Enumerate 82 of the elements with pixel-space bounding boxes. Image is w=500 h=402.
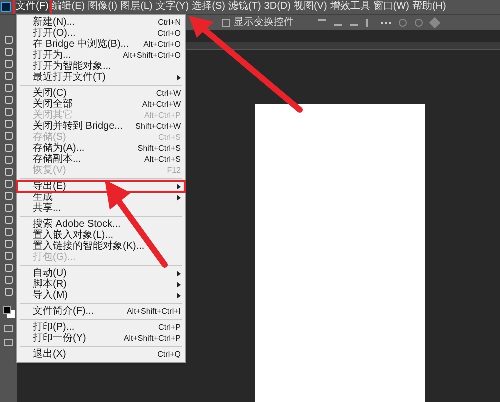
shortcut-label: Alt+Shift+Ctrl+P	[124, 334, 181, 342]
shortcut-label: Shift+Ctrl+S	[138, 144, 181, 152]
shortcut-label: Ctrl+N	[158, 18, 181, 26]
menu-item[interactable]: 3D(D)	[264, 1, 291, 13]
option-label: 关闭其它	[33, 110, 74, 120]
shortcut-label: Alt+Ctrl+P	[144, 112, 181, 120]
menu-option[interactable]: 打开(O)... Ctrl+O	[17, 28, 185, 39]
color-swatch-icon[interactable]	[2, 306, 14, 318]
shortcut-label: Alt+Shift+Ctrl+I	[126, 308, 181, 316]
menu-option[interactable]: 关闭并转到 Bridge... Shift+Ctrl+W	[17, 121, 185, 132]
checkbox[interactable]	[222, 18, 230, 26]
screen-mode-icon[interactable]	[4, 339, 13, 346]
shortcut-label: F12	[167, 166, 181, 174]
option-label: 置入链接的智能对象(K)...	[33, 242, 146, 252]
option-label: 关闭全部	[33, 100, 74, 110]
menu-option[interactable]: 存储为(A)... Shift+Ctrl+S	[17, 143, 185, 154]
menu-option[interactable]: 存储副本... Alt+Ctrl+S	[17, 154, 185, 165]
menu-option[interactable]: 脚本(R)	[17, 279, 185, 290]
menu-option[interactable]: 退出(X) Ctrl+Q	[17, 349, 185, 360]
menu-item[interactable]: 帮助(H)	[412, 1, 446, 13]
shortcut-label: Alt+Ctrl+O	[144, 40, 181, 48]
option-label: 打开为...	[33, 50, 72, 60]
option-label: 显示变换控件	[234, 18, 294, 28]
menu-option[interactable]: 关闭(C) Ctrl+W	[17, 88, 185, 99]
option-label: 关闭(C)	[33, 88, 68, 98]
option-label: 退出(X)	[33, 350, 68, 360]
menu-option[interactable]: 关闭全部 Alt+Ctrl+W	[17, 99, 185, 110]
menu-item[interactable]: 图像(I)	[88, 1, 118, 13]
menu-option[interactable]: 最近打开文件(T)	[17, 72, 185, 83]
menu-item[interactable]: 图层(L)	[120, 1, 153, 13]
option-label: 打开(O)...	[33, 28, 77, 38]
menu-option[interactable]: 在 Bridge 中浏览(B)... Alt+Ctrl+O	[17, 39, 185, 50]
menu-item[interactable]: 选择(S)	[192, 1, 226, 13]
shortcut-label: Ctrl+P	[158, 324, 181, 332]
menu-option[interactable]: 新建(N)... Ctrl+N	[17, 17, 185, 28]
shortcut-label: Shift+Ctrl+W	[136, 122, 181, 130]
menu-option[interactable]: 导入(M)	[17, 290, 185, 301]
shortcut-label: Ctrl+W	[156, 90, 181, 98]
app-logo-icon	[1, 2, 11, 12]
shortcut-label: Alt+Ctrl+W	[142, 100, 181, 108]
menu-item[interactable]: 滤镜(T)	[228, 1, 262, 13]
option-label: 存储副本...	[33, 154, 82, 164]
option-label: 最近打开文件(T)	[33, 72, 107, 82]
shortcut-label: Alt+Shift+Ctrl+O	[122, 52, 181, 60]
shortcut-label: Ctrl+O	[158, 30, 181, 38]
menu-option[interactable]: 置入嵌入对象(L)...	[17, 230, 185, 241]
option-label: 脚本(R)	[33, 280, 68, 290]
menu-item[interactable]: 增效工具	[330, 1, 370, 13]
shortcut-label: Alt+Ctrl+S	[144, 156, 181, 164]
shortcut-label: Ctrl+Q	[158, 350, 181, 358]
option-label: 导入(M)	[33, 290, 69, 300]
option-label: 共享...	[33, 204, 62, 214]
menu-option[interactable]: 打印(P)... Ctrl+P	[17, 322, 185, 333]
option-label: 打印一份(Y)	[33, 334, 88, 344]
menu-option[interactable]: 共享...	[17, 203, 185, 214]
option-label: 恢复(V)	[33, 166, 66, 176]
option-label: 打印(P)...	[33, 322, 76, 332]
option-label: 存储(S)	[33, 132, 68, 142]
menu-item[interactable]: 视图(V)	[294, 1, 328, 13]
menu-option[interactable]: 打开为... Alt+Shift+Ctrl+O	[17, 50, 185, 61]
menu-option[interactable]: 搜索 Adobe Stock...	[17, 219, 185, 230]
option-label: 搜索 Adobe Stock...	[33, 220, 122, 230]
menu-item[interactable]: 窗口(W)	[373, 1, 410, 13]
option-label: 文件简介(F)...	[33, 306, 96, 316]
option-label: 在 Bridge 中浏览(B)...	[33, 40, 130, 50]
menu-item[interactable]: 编辑(E)	[52, 1, 86, 13]
option-label: 存储为(A)...	[33, 144, 86, 154]
menu-item[interactable]: 文字(Y)	[156, 1, 190, 13]
option-label: 自动(U)	[33, 268, 68, 278]
option-label: 打包(G)...	[33, 252, 76, 262]
menu-option[interactable]: 打印一份(Y) Alt+Shift+Ctrl+P	[17, 333, 185, 344]
menu-option[interactable]: 打开为智能对象...	[17, 61, 185, 72]
option-label: 关闭并转到 Bridge...	[33, 122, 124, 132]
menu-option[interactable]: 自动(U)	[17, 268, 185, 279]
shortcut-label: Ctrl+S	[158, 134, 181, 142]
menu-option[interactable]: 置入链接的智能对象(K)...	[17, 241, 185, 252]
option-label: 新建(N)...	[33, 18, 76, 28]
option-label: 打开为智能对象...	[33, 62, 112, 72]
option-label: 置入嵌入对象(L)...	[33, 230, 115, 240]
menu-item[interactable]: 文件(F)	[16, 1, 49, 13]
quick-mask-icon[interactable]	[4, 325, 13, 332]
menu-option[interactable]: 文件简介(F)... Alt+Shift+Ctrl+I	[17, 306, 185, 317]
